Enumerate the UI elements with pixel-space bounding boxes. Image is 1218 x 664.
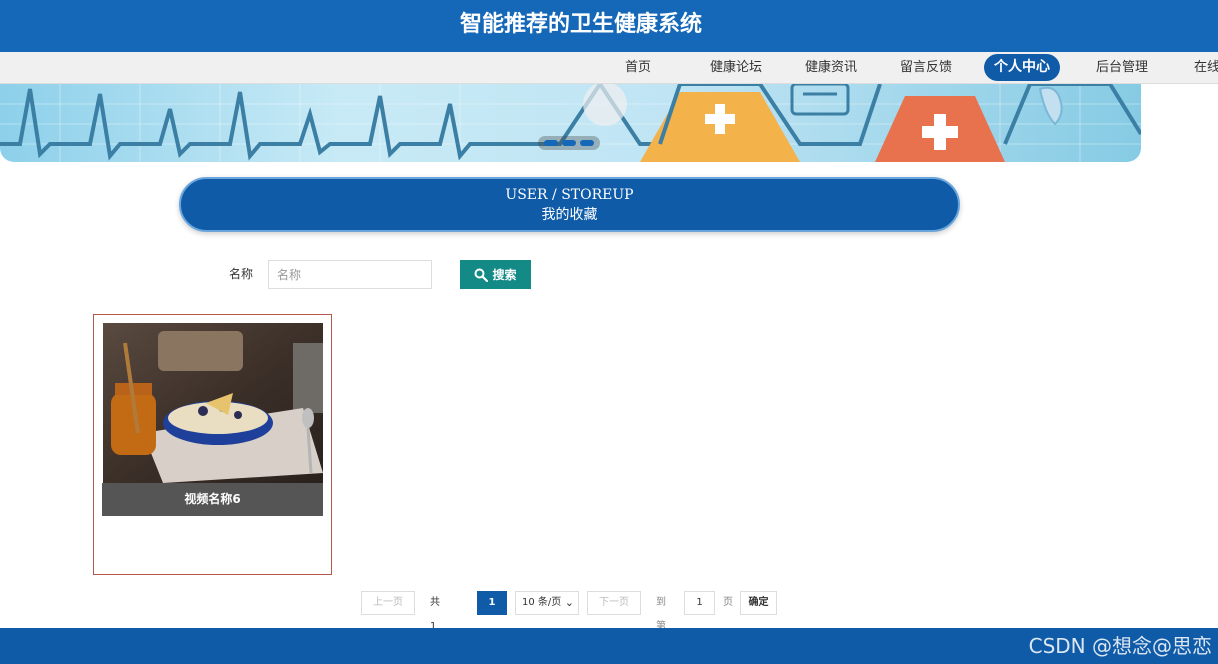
page-size-value: 10 条/页 <box>522 597 562 608</box>
app-header: 智能推荐的卫生健康系统 <box>0 0 1218 52</box>
next-page-button[interactable]: 下一页 <box>587 591 641 615</box>
nav-personal-center[interactable]: 个人中心 <box>984 54 1060 81</box>
oatmeal-bowl-image <box>103 323 323 483</box>
chevron-down-icon: ⌄ <box>564 596 574 609</box>
search-button[interactable]: 搜索 <box>460 260 531 289</box>
goto-confirm-button[interactable]: 确定 <box>740 591 777 615</box>
banner-image <box>0 84 1141 162</box>
nav-feedback[interactable]: 留言反馈 <box>900 52 952 84</box>
nav-admin[interactable]: 后台管理 <box>1096 52 1148 84</box>
banner-carousel[interactable] <box>0 84 1141 162</box>
search-label: 名称 <box>229 267 254 281</box>
prev-page-button[interactable]: 上一页 <box>361 591 415 615</box>
watermark: CSDN @想念@思恋 <box>1028 634 1212 658</box>
nav-home[interactable]: 首页 <box>625 52 651 84</box>
carousel-indicator[interactable] <box>538 136 600 150</box>
app-title: 智能推荐的卫生健康系统 <box>459 12 702 37</box>
page-unit-label: 页 <box>723 597 733 608</box>
nav-health-news[interactable]: 健康资讯 <box>805 52 857 84</box>
goto-page-input[interactable]: 1 <box>684 591 715 615</box>
nav-health-forum[interactable]: 健康论坛 <box>710 52 762 84</box>
search-icon <box>474 268 489 282</box>
card-thumbnail <box>103 323 323 483</box>
page-1-button[interactable]: 1 <box>477 591 507 615</box>
section-header: USER / STOREUP 我的收藏 <box>179 177 960 232</box>
top-nav: 首页 健康论坛 健康资讯 留言反馈 个人中心 后台管理 在线 <box>0 52 1218 84</box>
card-caption: 视频名称6 <box>102 483 323 516</box>
page-size-select[interactable]: 10 条/页 ⌄ <box>515 591 579 615</box>
section-title-cn: 我的收藏 <box>541 207 598 223</box>
section-title-en: USER / STOREUP <box>505 187 634 203</box>
favorite-card[interactable]: 视频名称6 <box>93 314 332 575</box>
nav-online[interactable]: 在线 <box>1194 52 1218 84</box>
search-input[interactable] <box>268 260 432 289</box>
search-button-label: 搜索 <box>492 268 517 282</box>
